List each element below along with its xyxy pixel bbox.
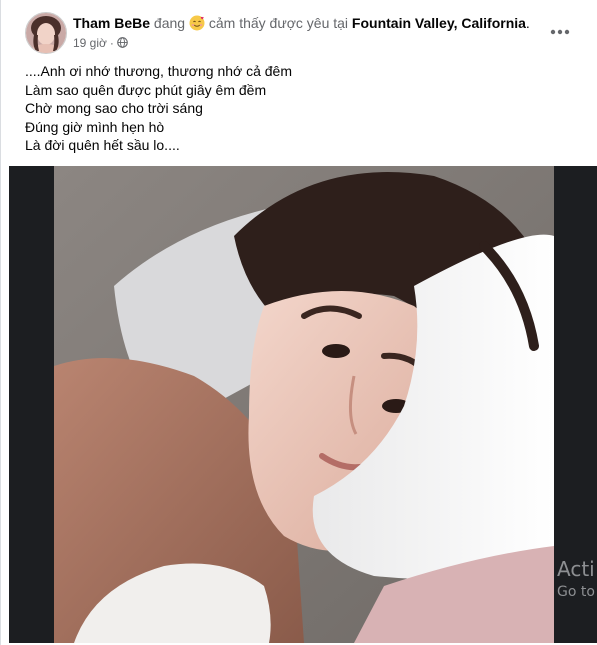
post-text-line: Là đời quên hết sầu lo....: [25, 137, 180, 154]
post-text-line: Đúng giờ mình hẹn hò: [25, 118, 165, 135]
status-verb: đang: [153, 15, 186, 31]
post-text: ....Anh ơi nhớ thương, thương nhớ cả đêm…: [25, 62, 565, 155]
location-link[interactable]: Fountain Valley, California: [352, 15, 526, 31]
feeling-text: cảm thấy được yêu tại: [208, 15, 349, 31]
activate-windows-watermark: Acti Go to: [557, 556, 595, 602]
separator: ·: [109, 36, 114, 50]
smiling-face-with-hearts-icon: [189, 15, 205, 31]
post-text-line: Làm sao quên được phút giây êm đềm: [25, 81, 267, 98]
globe-icon: [117, 36, 128, 48]
post-photo[interactable]: [54, 166, 554, 643]
post-meta: Tham BeBe đang cảm thấy được yêu tại Fou…: [73, 14, 544, 51]
more-options-icon[interactable]: [546, 18, 574, 46]
activate-line-2: Go to: [557, 584, 595, 600]
location-suffix: .: [525, 15, 530, 31]
author-name[interactable]: Tham BeBe: [73, 15, 150, 31]
avatar[interactable]: [25, 12, 67, 54]
post-card: Tham BeBe đang cảm thấy được yêu tại Fou…: [0, 0, 597, 645]
post-header: Tham BeBe đang cảm thấy được yêu tại Fou…: [25, 12, 584, 56]
post-subtitle-line: 19 giờ ·: [73, 35, 544, 51]
post-time[interactable]: 19 giờ: [73, 36, 107, 50]
post-photo-container[interactable]: [9, 166, 597, 643]
post-text-line: Chờ mong sao cho trời sáng: [25, 100, 203, 117]
post-text-line: ....Anh ơi nhớ thương, thương nhớ cả đêm: [25, 63, 293, 79]
activate-line-1: Acti: [557, 557, 595, 581]
post-title-line: Tham BeBe đang cảm thấy được yêu tại Fou…: [73, 14, 544, 32]
